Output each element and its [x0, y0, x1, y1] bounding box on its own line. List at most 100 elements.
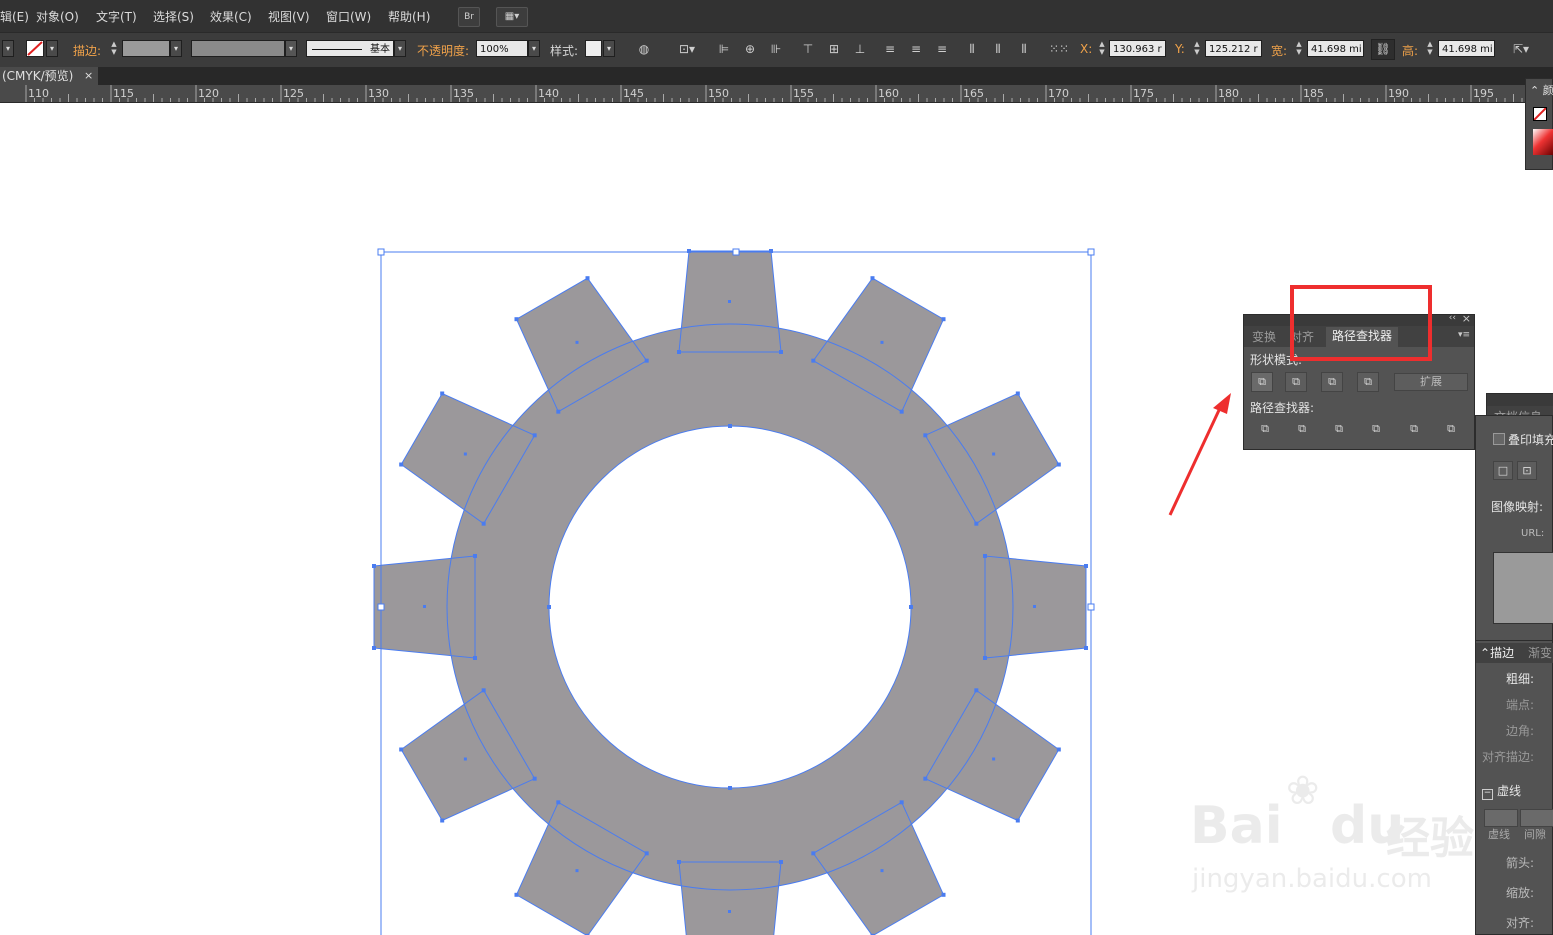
anchor-point[interactable] [440, 818, 445, 823]
anchor-point[interactable] [811, 358, 816, 363]
gear-tooth[interactable] [679, 862, 781, 935]
stroke-label[interactable]: 描边: [73, 42, 101, 59]
fill-none-swatch[interactable] [1533, 107, 1547, 121]
tab-transform[interactable]: 变换 [1252, 328, 1276, 347]
stroke-weight-dropdown-icon[interactable]: ▾ [170, 40, 182, 57]
stroke-none-swatch[interactable] [26, 40, 44, 57]
anchor-point[interactable] [585, 276, 590, 281]
graphic-style-dropdown-icon[interactable]: ▾ [603, 40, 615, 57]
menu-window[interactable]: 窗口(W) [326, 8, 371, 25]
transform-options-icon[interactable]: ⇱▾ [1505, 42, 1537, 56]
height-spinner-icon[interactable]: ▲ ▼ [1425, 40, 1435, 57]
exclude-icon[interactable]: ⧉ [1357, 372, 1379, 392]
divide-icon[interactable]: ⧉ [1254, 420, 1276, 440]
menu-edit[interactable]: 辑(E) [0, 8, 29, 25]
menu-view[interactable]: 视图(V) [268, 8, 310, 25]
anchor-point[interactable] [547, 605, 551, 609]
anchor-point[interactable] [941, 892, 946, 897]
anchor-point[interactable] [481, 688, 486, 693]
anchor-point[interactable] [974, 688, 979, 693]
overprint-fill-checkbox[interactable] [1493, 433, 1505, 445]
anchor-point[interactable] [728, 424, 732, 428]
anchor-point[interactable] [779, 860, 783, 864]
doc-info-title-strip[interactable] [1487, 394, 1553, 406]
image-map-none-icon[interactable]: □ [1493, 461, 1513, 480]
color-spectrum[interactable] [1533, 129, 1553, 155]
merge-icon[interactable]: ⧉ [1328, 420, 1350, 440]
anchor-point[interactable] [974, 521, 979, 526]
anchor-point[interactable] [728, 786, 732, 790]
recolor-artwork-icon[interactable]: ◍ [636, 42, 652, 56]
bbox-handle-right[interactable] [1087, 603, 1095, 611]
brush-style-field[interactable]: 基本 [306, 40, 394, 57]
anchor-point[interactable] [983, 554, 987, 558]
anchor-point[interactable] [1015, 818, 1020, 823]
graphic-style-swatch[interactable] [585, 40, 602, 57]
minus-front-icon[interactable]: ⧉ [1285, 372, 1307, 392]
anchor-point[interactable] [1084, 564, 1088, 568]
anchor-point[interactable] [556, 800, 561, 805]
arrange-documents-icon[interactable]: ▦▾ [496, 7, 528, 27]
anchor-point[interactable] [644, 851, 649, 856]
outline-icon[interactable]: ⧉ [1403, 420, 1425, 440]
anchor-point[interactable] [779, 350, 783, 354]
panel-menu-icon[interactable]: ▾≡ [1458, 330, 1470, 340]
menu-help[interactable]: 帮助(H) [388, 8, 430, 25]
tab-stroke[interactable]: ⌃描边 [1480, 644, 1514, 663]
document-tab[interactable]: (CMYK/预览) × [0, 67, 98, 85]
anchor-point[interactable] [677, 350, 681, 354]
stroke-swatch-dropdown-icon[interactable]: ▾ [46, 40, 58, 57]
anchor-point[interactable] [899, 409, 904, 414]
align-right-icon[interactable]: ⊪ [768, 42, 784, 56]
anchor-point[interactable] [1084, 646, 1088, 650]
align-horizontal-center-icon[interactable]: ⊕ [742, 42, 758, 56]
distribute-right-icon[interactable]: ⫴ [1016, 42, 1032, 56]
opacity-label[interactable]: 不透明度: [417, 42, 469, 59]
distribute-top-icon[interactable]: ≡ [882, 42, 898, 56]
anchor-point[interactable] [399, 747, 404, 752]
variable-width-field[interactable] [191, 40, 285, 57]
bbox-handle-top-right[interactable] [1087, 248, 1095, 256]
brush-style-dropdown-icon[interactable]: ▾ [394, 40, 406, 57]
fill-dropdown-icon[interactable]: ▾ [2, 40, 14, 57]
anchor-point[interactable] [1056, 462, 1061, 467]
distribute-vertical-center-icon[interactable]: ≡ [908, 42, 924, 56]
align-left-icon[interactable]: ⊫ [716, 42, 732, 56]
anchor-point[interactable] [514, 317, 519, 322]
stroke-weight-spinner-icon[interactable]: ▲ ▼ [109, 40, 119, 57]
horizontal-ruler[interactable]: 110 115 120 125 130 135 140 145 150 155 160 165 170 1… [0, 85, 1525, 103]
crop-icon[interactable]: ⧉ [1365, 420, 1387, 440]
select-similar-icon[interactable]: ⊡▾ [675, 42, 699, 56]
align-top-icon[interactable]: ⊤ [800, 42, 816, 56]
image-map-rect-icon[interactable]: ⊡ [1517, 461, 1537, 480]
bridge-button[interactable]: Br [458, 7, 480, 27]
close-panel-icon[interactable]: × [1462, 312, 1471, 325]
expand-button[interactable]: 扩展 [1394, 373, 1468, 391]
trim-icon[interactable]: ⧉ [1291, 420, 1313, 440]
bbox-handle-left[interactable] [377, 603, 385, 611]
artboard-canvas[interactable] [0, 103, 1475, 935]
width-spinner-icon[interactable]: ▲ ▼ [1294, 40, 1304, 57]
stroke-weight-field[interactable] [122, 40, 170, 57]
anchor-point[interactable] [532, 433, 537, 438]
close-tab-icon[interactable]: × [84, 67, 93, 85]
anchor-point[interactable] [514, 892, 519, 897]
menu-select[interactable]: 选择(S) [153, 8, 194, 25]
anchor-point[interactable] [473, 554, 477, 558]
x-field[interactable]: 130.963 r [1109, 40, 1166, 57]
minus-back-icon[interactable]: ⧉ [1440, 420, 1462, 440]
gear-ring[interactable] [447, 324, 1013, 890]
height-field[interactable]: 41.698 mi [1438, 40, 1495, 57]
unite-icon[interactable]: ⧉ [1251, 372, 1273, 392]
anchor-point[interactable] [1015, 391, 1020, 396]
variable-width-dropdown-icon[interactable]: ▾ [285, 40, 297, 57]
reference-point-icon[interactable]: ⁙⁙ [1048, 42, 1070, 56]
anchor-point[interactable] [532, 776, 537, 781]
anchor-point[interactable] [923, 776, 928, 781]
opacity-dropdown-icon[interactable]: ▾ [528, 40, 540, 57]
collapse-panel-icon[interactable]: ‹‹ [1449, 313, 1456, 323]
align-vertical-center-icon[interactable]: ⊞ [826, 42, 842, 56]
anchor-point[interactable] [644, 358, 649, 363]
anchor-point[interactable] [923, 433, 928, 438]
width-field[interactable]: 41.698 mi [1307, 40, 1364, 57]
